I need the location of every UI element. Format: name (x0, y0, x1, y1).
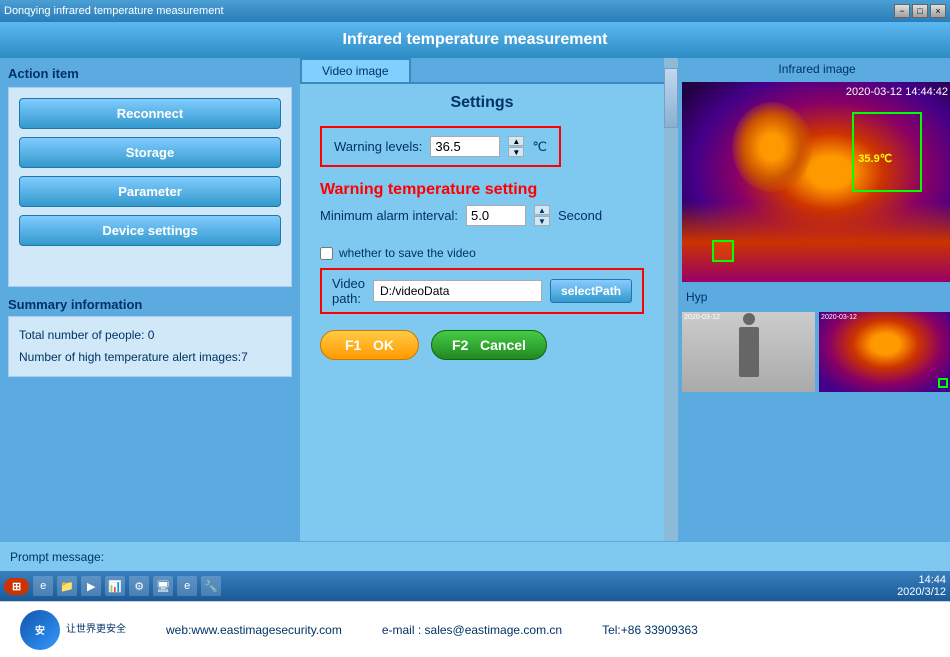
warning-temp-title: Warning temperature setting (320, 181, 644, 199)
minimize-button[interactable]: − (894, 4, 910, 18)
warning-unit: ℃ (532, 139, 547, 155)
interval-row: Minimum alarm interval: ▲ ▼ Second (320, 205, 644, 226)
clock-time: 14:44 (897, 574, 946, 586)
scroll-thumb[interactable] (664, 68, 678, 128)
cancel-label: Cancel (480, 337, 526, 353)
hyp-label: Hyp (682, 286, 950, 308)
footer-logo: 安 让世界更安全 (20, 610, 126, 650)
interval-spinner-down[interactable]: ▼ (534, 216, 550, 226)
summary-section: Summary information Total number of peop… (8, 297, 292, 377)
action-item-label: Action item (8, 66, 292, 81)
app-title: Infrared temperature measurement (343, 31, 608, 49)
taskbar-clock: 14:44 2020/3/12 (897, 574, 946, 598)
interval-spinner-up[interactable]: ▲ (534, 205, 550, 215)
ir-tab-label: Infrared image (682, 62, 950, 78)
center-content: Video image Settings Warning levels: ▲ ▼… (300, 58, 950, 541)
scrollbar[interactable] (664, 58, 678, 541)
warning-spinner-down[interactable]: ▼ (508, 147, 524, 157)
thumb-left: 2020-03-12 (682, 312, 815, 392)
taskbar: ⊞ e 📁 ▶ 📊 ⚙ 🖥 e 🔧 14:44 2020/3/12 (0, 571, 950, 601)
taskbar-ie-icon[interactable]: e (33, 576, 53, 596)
taskbar-ie2-icon[interactable]: e (177, 576, 197, 596)
ir-temp-reading: 35.9℃ (858, 152, 892, 165)
f1-label: F1 (345, 337, 361, 353)
path-label: Video path: (332, 276, 365, 306)
save-video-row: whether to save the video (320, 246, 644, 260)
interval-unit: Second (558, 208, 602, 223)
prompt-bar: Prompt message: (0, 541, 950, 571)
alert-images: Number of high temperature alert images:… (19, 347, 281, 369)
silhouette-head (743, 313, 755, 325)
small-detection-rect (712, 240, 734, 262)
ir-timestamp: 2020-03-12 14:44:42 (846, 86, 948, 98)
device-settings-button[interactable]: Device settings (19, 215, 281, 246)
thumb-left-label: 2020-03-12 (684, 314, 720, 321)
silhouette (739, 327, 759, 377)
taskbar-settings-icon[interactable]: ⚙ (129, 576, 149, 596)
thumb-right-label: 2020-03-12 (821, 314, 857, 321)
save-video-label: whether to save the video (339, 246, 476, 260)
warning-levels-input[interactable] (430, 136, 500, 157)
thumb-right-img (819, 312, 950, 392)
center-panel: Video image Settings Warning levels: ▲ ▼… (300, 58, 664, 541)
footer-phone: Tel:+86 33909363 (602, 623, 698, 637)
action-footer-btns: F1 OK F2 Cancel (320, 330, 644, 360)
warning-levels-box: Warning levels: ▲ ▼ ℃ (320, 126, 561, 167)
f2-label: F2 (452, 337, 468, 353)
summary-label: Summary information (8, 297, 292, 312)
interval-label: Minimum alarm interval: (320, 208, 458, 223)
f2-cancel-button[interactable]: F2 Cancel (431, 330, 547, 360)
reconnect-button[interactable]: Reconnect (19, 98, 281, 129)
thumb-rect (938, 378, 948, 388)
footer-logo-text: 让世界更安全 (66, 623, 126, 637)
footer-logo-icon: 安 (20, 610, 60, 650)
clock-date: 2020/3/12 (897, 586, 946, 598)
warning-spinner-up[interactable]: ▲ (508, 136, 524, 146)
app-header: Infrared temperature measurement (0, 22, 950, 58)
warning-levels-label: Warning levels: (334, 139, 422, 154)
ir-head (732, 102, 812, 192)
close-button[interactable]: × (930, 4, 946, 18)
action-buttons-container: Reconnect Storage Parameter Device setti… (8, 87, 292, 287)
footer-email: e-mail : sales@eastimage.com.cn (382, 623, 562, 637)
total-people: Total number of people: 0 (19, 325, 281, 347)
ir-person-image (682, 82, 950, 282)
select-path-button[interactable]: selectPath (550, 279, 632, 303)
thumbnail-row: 2020-03-12 2020-03-12 (682, 312, 950, 392)
title-bar-controls: − □ × (894, 4, 946, 18)
storage-button[interactable]: Storage (19, 137, 281, 168)
footer: 安 让世界更安全 web:www.eastimagesecurity.com e… (0, 601, 950, 657)
warning-spinner: ▲ ▼ (508, 136, 524, 157)
f1-ok-button[interactable]: F1 OK (320, 330, 419, 360)
interval-input[interactable] (466, 205, 526, 226)
app-body: Action item Reconnect Storage Parameter … (0, 58, 950, 541)
prompt-label: Prompt message: (10, 550, 104, 564)
taskbar-folder-icon[interactable]: 📁 (57, 576, 77, 596)
summary-box: Total number of people: 0 Number of high… (8, 316, 292, 377)
video-path-box: Video path: selectPath (320, 268, 644, 314)
right-panel: Infrared image 2020-03-12 14:44:42 35.9℃ (678, 58, 950, 541)
thumb-left-img (682, 312, 815, 392)
settings-title: Settings (320, 94, 644, 112)
footer-website: web:www.eastimagesecurity.com (166, 623, 342, 637)
taskbar-app-icon[interactable]: 📊 (105, 576, 125, 596)
settings-panel: Settings Warning levels: ▲ ▼ ℃ Warning t… (300, 84, 664, 541)
tab-video-image[interactable]: Video image (300, 58, 411, 82)
title-bar-text: Donqying infrared temperature measuremen… (4, 5, 224, 17)
parameter-button[interactable]: Parameter (19, 176, 281, 207)
title-bar: Donqying infrared temperature measuremen… (0, 0, 950, 22)
ir-image-container: 2020-03-12 14:44:42 35.9℃ (682, 82, 950, 282)
start-button[interactable]: ⊞ (4, 578, 29, 595)
taskbar-extra-icon[interactable]: 🔧 (201, 576, 221, 596)
thumb-right: 2020-03-12 (819, 312, 950, 392)
interval-spinner: ▲ ▼ (534, 205, 550, 226)
maximize-button[interactable]: □ (912, 4, 928, 18)
save-video-checkbox[interactable] (320, 247, 333, 260)
path-input[interactable] (373, 280, 542, 302)
taskbar-media-icon[interactable]: ▶ (81, 576, 101, 596)
ok-label: OK (373, 337, 394, 353)
left-panel: Action item Reconnect Storage Parameter … (0, 58, 300, 541)
taskbar-display-icon[interactable]: 🖥 (153, 576, 173, 596)
video-tabs: Video image (300, 58, 664, 84)
